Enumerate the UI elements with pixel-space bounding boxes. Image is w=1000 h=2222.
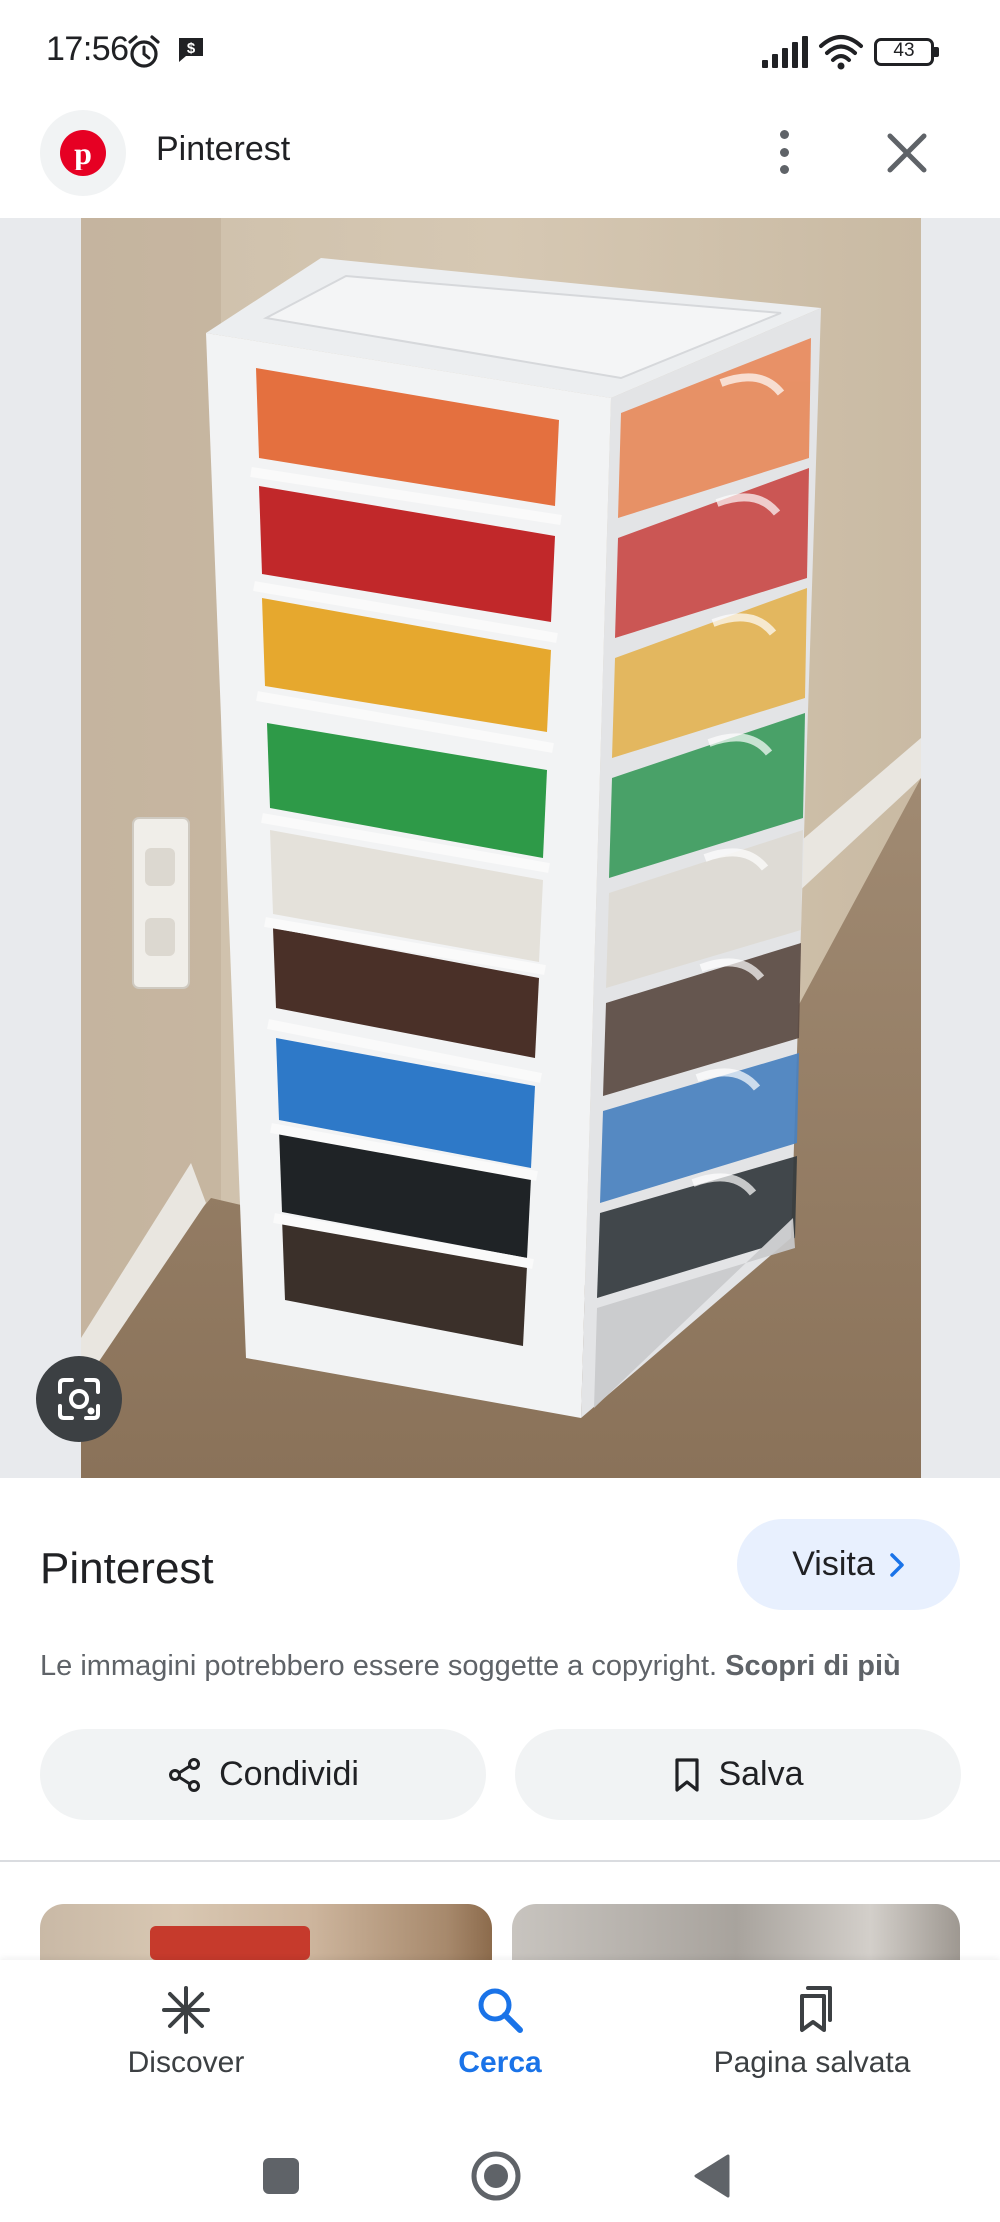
google-lens-button[interactable] [36, 1356, 122, 1442]
google-lens-icon [58, 1378, 100, 1420]
header-title: Pinterest [156, 130, 291, 168]
battery-icon: 43 [874, 38, 940, 68]
nav-search-label: Cerca [458, 2046, 542, 2079]
home-button[interactable] [470, 2150, 522, 2202]
visit-button[interactable]: Visita [737, 1519, 960, 1610]
source-title: Pinterest [40, 1544, 214, 1593]
related-image-thumbnail[interactable] [512, 1904, 960, 1960]
signal-icon [762, 36, 808, 68]
app-header: p Pinterest [0, 100, 1000, 218]
share-button[interactable]: Condividi [40, 1729, 486, 1820]
nav-discover[interactable]: Discover [36, 1960, 336, 2108]
asterisk-icon [162, 1986, 210, 2034]
nav-saved-label: Pagina salvata [713, 2046, 911, 2079]
nav-search[interactable]: Cerca [350, 1960, 650, 2108]
save-label: Salva [718, 1755, 804, 1793]
share-icon [169, 1757, 201, 1792]
section-divider [0, 1860, 1000, 1862]
status-time: 17:56 [46, 30, 129, 68]
learn-more-link[interactable]: Scopri di più [725, 1650, 901, 1682]
bookmark-icon [675, 1757, 700, 1792]
bookmarks-icon [800, 1986, 832, 2032]
nav-saved-page[interactable]: Pagina salvata [662, 1960, 962, 2108]
system-navigation-bar [0, 2108, 1000, 2222]
related-image-thumbnail[interactable] [40, 1904, 492, 1960]
save-button[interactable]: Salva [515, 1729, 961, 1820]
share-label: Condividi [219, 1755, 359, 1793]
nav-discover-label: Discover [127, 2046, 245, 2079]
close-icon[interactable] [880, 126, 934, 180]
bottom-navigation: Discover Cerca Pagina salvata [0, 1960, 1000, 2108]
more-vertical-icon [779, 130, 789, 139]
search-icon [478, 1988, 523, 2033]
dollar-notification-icon: $ [179, 38, 203, 62]
chevron-right-icon [890, 1552, 904, 1577]
status-bar: 17:56 $ 43 [0, 0, 1000, 100]
image-preview-area [0, 218, 1000, 1478]
visit-label: Visita [792, 1545, 875, 1583]
svg-text:$: $ [187, 40, 196, 57]
alarm-icon [128, 35, 160, 68]
recent-apps-button[interactable] [263, 2158, 299, 2194]
svg-text:p: p [74, 136, 92, 170]
copyright-text: Le immagini potrebbero essere soggette a… [40, 1650, 718, 1682]
lego-drawers-photo[interactable] [81, 218, 921, 1478]
back-button[interactable] [692, 2152, 732, 2200]
pinterest-logo[interactable]: p [40, 110, 126, 196]
wifi-icon [819, 35, 863, 70]
more-options-button[interactable] [766, 122, 802, 182]
battery-level: 43 [893, 40, 915, 61]
copyright-notice: Le immagini potrebbero essere soggette a… [40, 1650, 901, 1683]
